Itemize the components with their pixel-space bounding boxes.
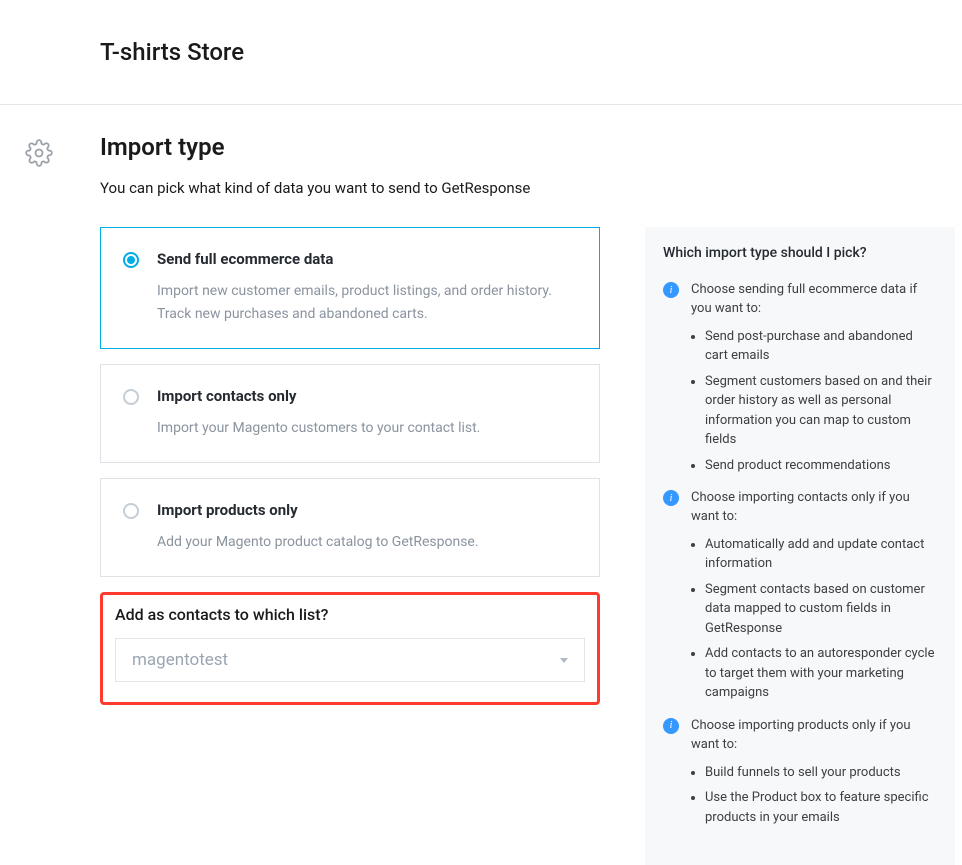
help-item: Send product recommendations (705, 456, 937, 476)
help-item: Segment customers based on and their ord… (705, 372, 937, 450)
info-icon: i (663, 718, 679, 734)
page-header: T-shirts Store (0, 0, 962, 105)
option-contacts-only[interactable]: Import contacts only Import your Magento… (100, 364, 600, 463)
help-lead: Choose importing products only if you wa… (691, 717, 937, 755)
option-full-ecommerce[interactable]: Send full ecommerce data Import new cust… (100, 227, 600, 349)
help-item: Segment contacts based on customer data … (705, 580, 937, 639)
help-block-contacts: i Choose importing contacts only if you … (663, 489, 937, 527)
contact-list-select[interactable]: magentotest (115, 638, 585, 682)
select-value: magentotest (132, 650, 228, 670)
help-lead: Choose importing contacts only if you wa… (691, 489, 937, 527)
help-item: Automatically add and update contact inf… (705, 535, 937, 574)
help-list-full: Send post-purchase and abandoned cart em… (705, 327, 937, 476)
help-lead: Choose sending full ecommerce data if yo… (691, 281, 937, 319)
radio-icon (123, 252, 139, 268)
option-desc: Import new customer emails, product list… (157, 280, 577, 326)
option-products-only[interactable]: Import products only Add your Magento pr… (100, 478, 600, 577)
option-title: Send full ecommerce data (157, 250, 577, 268)
help-panel: Which import type should I pick? i Choos… (645, 227, 955, 865)
gear-icon (25, 139, 53, 167)
info-icon: i (663, 282, 679, 298)
radio-icon (123, 389, 139, 405)
help-item: Use the Product box to feature specific … (705, 788, 937, 827)
help-item: Send post-purchase and abandoned cart em… (705, 327, 937, 366)
chevron-down-icon (560, 658, 568, 663)
option-desc: Add your Magento product catalog to GetR… (157, 531, 479, 554)
radio-icon (123, 503, 139, 519)
option-title: Import contacts only (157, 387, 480, 405)
section-subheading: You can pick what kind of data you want … (100, 179, 962, 197)
contact-list-label: Add as contacts to which list? (115, 605, 585, 624)
help-list-products: Build funnels to sell your products Use … (705, 763, 937, 828)
help-block-full: i Choose sending full ecommerce data if … (663, 281, 937, 319)
section-heading: Import type (100, 133, 962, 161)
settings-icon-col (25, 133, 60, 865)
option-title: Import products only (157, 501, 479, 519)
help-item: Add contacts to an autoresponder cycle t… (705, 644, 937, 703)
option-desc: Import your Magento customers to your co… (157, 417, 480, 440)
page-title: T-shirts Store (100, 38, 962, 66)
help-title: Which import type should I pick? (663, 245, 937, 261)
contact-list-highlight: Add as contacts to which list? magentote… (100, 592, 600, 705)
help-list-contacts: Automatically add and update contact inf… (705, 535, 937, 703)
help-item: Build funnels to sell your products (705, 763, 937, 783)
help-block-products: i Choose importing products only if you … (663, 717, 937, 755)
info-icon: i (663, 490, 679, 506)
